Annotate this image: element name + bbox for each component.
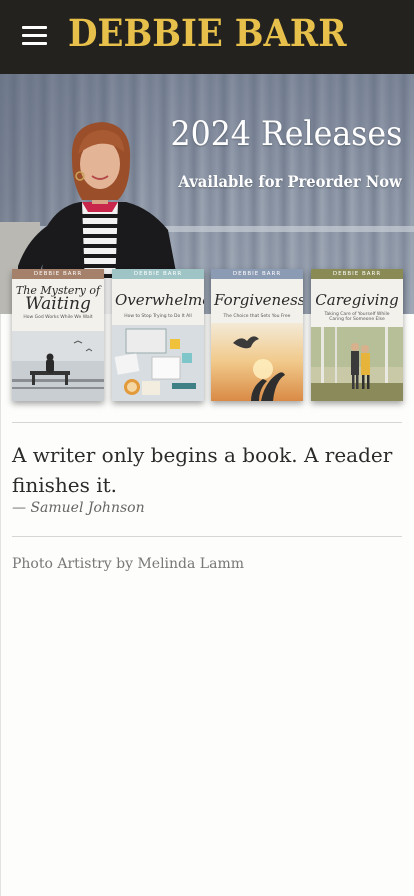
book-author: DEBBIE BARR [211,269,303,279]
book-author: DEBBIE BARR [311,269,403,279]
book-cover-overwhelmed[interactable]: DEBBIE BARR Overwhelmed How to Stop Tryi… [112,269,204,401]
site-title[interactable]: DEBBIE BARR [68,11,346,55]
hero-subheading[interactable]: Available for Preorder Now [179,172,402,191]
book-cover-mystery-of-waiting[interactable]: DEBBIE BARR The Mystery of Waiting How G… [12,269,104,401]
book-art-walk [311,327,403,401]
quote-text: A writer only begins a book. A reader fi… [12,443,393,497]
book-title: Forgiveness [214,291,303,309]
hero-heading: 2024 Releases [170,114,402,154]
book-art-dove [211,323,303,401]
hamburger-menu-icon[interactable] [22,24,48,48]
book-cover-forgiveness[interactable]: DEBBIE BARR Forgiveness The Choice that … [211,269,303,401]
book-subtitle: How God Works While We Wait [23,315,93,320]
book-author: DEBBIE BARR [12,269,104,279]
book-subtitle: How to Stop Trying to Do It All [124,314,192,319]
book-title-line2: Waiting [25,294,91,314]
divider-bottom [12,536,402,537]
site-header: DEBBIE BARR [0,0,414,74]
book-subtitle: The Choice that Sets You Free [223,314,291,319]
book-title: Caregiving [315,291,399,309]
book-cover-caregiving[interactable]: DEBBIE BARR Caregiving Taking Care of Yo… [311,269,403,401]
divider-top [12,422,402,423]
book-author: DEBBIE BARR [112,269,204,279]
book-title: Overwhelmed [115,291,204,309]
book-art-pier [12,331,104,401]
book-art-desk [112,325,204,401]
photo-credit: Photo Artistry by Melinda Lamm [12,556,245,572]
book-subtitle: Taking Care of Yourself While Caring for… [324,312,390,323]
book-covers: DEBBIE BARR The Mystery of Waiting How G… [12,269,404,403]
quote-author: — Samuel Johnson [12,500,145,516]
